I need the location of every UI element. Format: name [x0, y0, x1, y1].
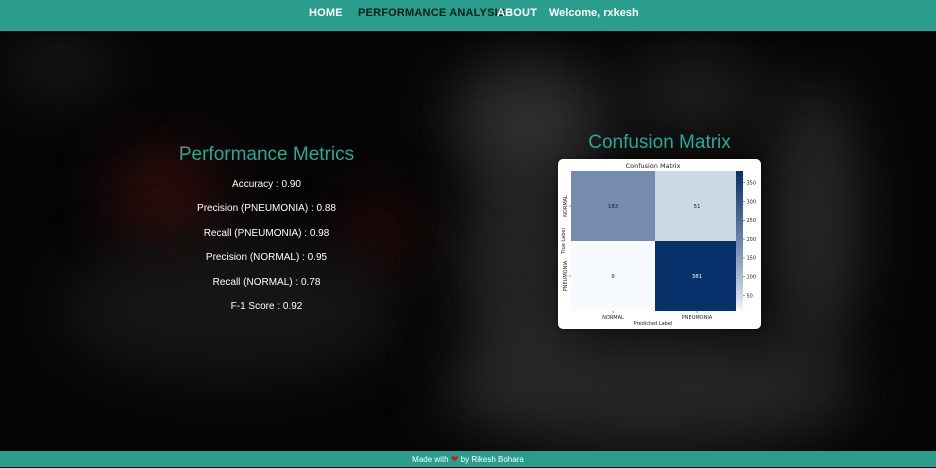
y-tick-label: NORMAL	[563, 195, 569, 217]
confusion-heading: Confusion Matrix	[588, 132, 731, 153]
x-axis-label: Predicted Label	[634, 321, 673, 327]
metric-accuracy: Accuracy : 0.90	[232, 179, 301, 190]
nav-about-link[interactable]: ABOUT	[497, 7, 537, 19]
metrics-title: Performance Metrics	[178, 144, 355, 165]
nav-home-link[interactable]: HOME	[309, 7, 343, 19]
colorbar-tick-label: 300	[747, 199, 757, 205]
colorbar-tick-label: 200	[747, 237, 757, 243]
metric-recall-normal: Recall (NORMAL) : 0.78	[212, 276, 321, 288]
colorbar-tick-label: 150	[747, 256, 757, 262]
metric-precision-pneumonia: Precision (PNEUMONIA) : 0.88	[197, 203, 336, 215]
colorbar-tick-label: 100	[747, 275, 757, 281]
nav-performance-link[interactable]: PERFORMANCE ANALYSIS	[358, 7, 505, 19]
colorbar-tick-label: 50	[747, 293, 753, 299]
cell-value-label: 51	[694, 204, 701, 210]
background-xray	[0, 0, 936, 467]
confusion-matrix-chart: Confusion Matrix 183 51 9 381 NORMAL PNEUMON…	[561, 162, 757, 327]
metrics-panel: Performance Metrics Accuracy : 0.90 Prec…	[150, 144, 383, 323]
x-tick-label: NORMAL	[602, 315, 624, 321]
y-tick-label: PNEUMONIA	[563, 260, 569, 291]
metric-recall-pneumonia: Recall (PNEUMONIA) : 0.98	[203, 227, 330, 239]
colorbar-tick-label: 350	[747, 180, 757, 186]
footer-author: by Rikesh Bohara	[460, 455, 524, 464]
heart-icon: ❤	[450, 454, 459, 464]
x-tick-label: PNEUMONIA	[682, 315, 713, 321]
footer-made-with: Made with	[412, 455, 449, 464]
metric-f1-score: F-1 Score : 0.92	[230, 300, 303, 312]
top-nav: HOME PERFORMANCE ANALYSIS ABOUT Welcome,…	[0, 0, 936, 31]
chart-title: Confusion Matrix	[626, 162, 681, 170]
colorbar-tick-label: 250	[747, 218, 757, 224]
cell-value-label: 9	[611, 274, 615, 280]
footer: Made with ❤ by Rikesh Bohara	[0, 451, 936, 467]
cell-value-label: 381	[692, 274, 703, 280]
cell-value-label: 183	[608, 204, 619, 210]
y-axis-label: True Label	[561, 228, 567, 255]
metric-precision-normal: Precision (NORMAL) : 0.95	[205, 252, 328, 264]
welcome-text: Welcome, rxkesh	[549, 7, 639, 19]
confusion-matrix-card: Confusion Matrix 183 51 9 381 NORMAL PNEUMON…	[558, 159, 761, 329]
colorbar	[736, 171, 743, 311]
